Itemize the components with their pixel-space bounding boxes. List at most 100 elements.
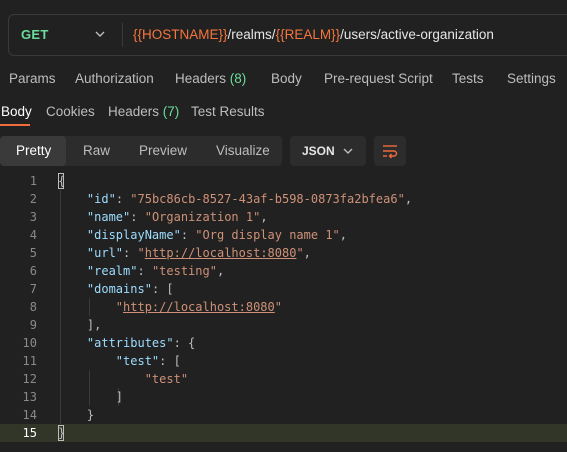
tab-params[interactable]: Params bbox=[9, 71, 56, 86]
json-value: "test" bbox=[144, 372, 189, 386]
tab-body[interactable]: Body bbox=[271, 71, 302, 86]
json-punctuation: , bbox=[303, 246, 311, 260]
json-punctuation bbox=[58, 372, 145, 386]
json-value: " bbox=[296, 246, 304, 260]
response-tab-test-results[interactable]: Test Results bbox=[191, 104, 265, 119]
json-value: "Organization 1" bbox=[144, 210, 261, 224]
code-line: 15} bbox=[0, 424, 567, 442]
json-value: "testing" bbox=[151, 264, 217, 278]
code-line: 12 "test" bbox=[0, 370, 567, 388]
wrap-lines-button[interactable] bbox=[374, 136, 406, 166]
line-number: 7 bbox=[29, 282, 37, 296]
line-number: 1 bbox=[29, 174, 37, 188]
line-number: 13 bbox=[22, 390, 37, 404]
code-text: "test": [ bbox=[58, 354, 181, 368]
json-punctuation bbox=[58, 336, 87, 350]
json-punctuation bbox=[58, 300, 116, 314]
response-view-toolbar: Pretty Raw Preview Visualize JSON bbox=[0, 136, 567, 168]
response-tab-headers-label: Headers bbox=[108, 104, 160, 119]
code-text: "displayName": "Org display name 1", bbox=[58, 228, 347, 242]
bracket-match-highlight bbox=[58, 173, 64, 189]
line-number: 3 bbox=[29, 210, 37, 224]
json-key: "domains" bbox=[86, 282, 152, 296]
code-text: "test" bbox=[58, 372, 188, 386]
tab-authorization[interactable]: Authorization bbox=[75, 71, 154, 86]
code-text: "http://localhost:8080" bbox=[58, 300, 282, 314]
json-value: " bbox=[115, 300, 124, 314]
code-line: 11 "test": [ bbox=[0, 352, 567, 370]
url-variable: {{HOSTNAME}} bbox=[133, 27, 228, 42]
code-line: 2 "id": "75bc86cb-8527-43af-b598-0873fa2… bbox=[0, 190, 567, 208]
tab-settings[interactable]: Settings bbox=[507, 71, 556, 86]
line-number: 11 bbox=[22, 354, 37, 368]
format-dropdown[interactable]: JSON bbox=[290, 136, 366, 166]
json-punctuation: , bbox=[339, 228, 348, 242]
response-tab-headers[interactable]: Headers (7) bbox=[108, 104, 179, 119]
code-text: "domains": [ bbox=[58, 282, 174, 296]
json-punctuation: } bbox=[58, 408, 95, 422]
code-line: 13 ] bbox=[0, 388, 567, 406]
url-path: /realms/ bbox=[227, 27, 276, 42]
code-line: 7 "domains": [ bbox=[0, 280, 567, 298]
json-value: "Org display name 1" bbox=[195, 228, 340, 242]
code-text: "url": "http://localhost:8080", bbox=[58, 246, 311, 260]
json-key: "attributes" bbox=[86, 336, 174, 350]
response-tab-cookies[interactable]: Cookies bbox=[46, 104, 95, 119]
response-tabs: Body Cookies Headers (7) Test Results bbox=[0, 98, 567, 128]
active-tab-indicator bbox=[0, 124, 30, 126]
code-line: 9 ], bbox=[0, 316, 567, 334]
code-text: "name": "Organization 1", bbox=[58, 210, 268, 224]
json-punctuation: , bbox=[216, 264, 225, 278]
json-punctuation bbox=[58, 210, 87, 224]
code-line: 3 "name": "Organization 1", bbox=[0, 208, 567, 226]
code-text: ], bbox=[58, 318, 101, 332]
code-line: 4 "displayName": "Org display name 1", bbox=[0, 226, 567, 244]
chevron-down-icon[interactable] bbox=[93, 26, 107, 42]
json-punctuation: , bbox=[260, 210, 268, 224]
line-number: 10 bbox=[22, 336, 37, 350]
json-punctuation: ] bbox=[58, 390, 124, 404]
code-text: "attributes": { bbox=[58, 336, 195, 350]
view-preview[interactable]: Preview bbox=[139, 143, 187, 158]
request-url-bar: GET {{HOSTNAME}}/realms/{{REALM}}/users/… bbox=[8, 14, 567, 56]
view-raw[interactable]: Raw bbox=[83, 143, 110, 158]
method-selector[interactable]: GET bbox=[21, 27, 49, 42]
json-punctuation: , bbox=[404, 192, 413, 206]
line-number: 4 bbox=[29, 228, 37, 242]
view-mode-selector: Pretty Raw Preview Visualize bbox=[0, 136, 282, 166]
divider bbox=[122, 23, 123, 47]
json-value[interactable]: http://localhost:8080 bbox=[145, 246, 297, 260]
json-punctuation bbox=[58, 228, 87, 242]
json-punctuation: ], bbox=[58, 318, 102, 332]
json-key: "id" bbox=[86, 192, 116, 206]
json-punctuation bbox=[58, 264, 87, 278]
response-headers-count: (7) bbox=[162, 104, 180, 119]
url-path: /users/active-organization bbox=[340, 27, 494, 42]
bracket-match-highlight bbox=[58, 425, 64, 441]
request-tabs: Params Authorization Headers (8) Body Pr… bbox=[0, 66, 567, 92]
url-input[interactable]: {{HOSTNAME}}/realms/{{REALM}}/users/acti… bbox=[133, 27, 494, 42]
tab-pre-request-script[interactable]: Pre-request Script bbox=[324, 71, 433, 86]
response-body-editor[interactable]: 1{2 "id": "75bc86cb-8527-43af-b598-0873f… bbox=[0, 172, 567, 452]
code-line: 5 "url": "http://localhost:8080", bbox=[0, 244, 567, 262]
json-value[interactable]: http://localhost:8080 bbox=[123, 300, 275, 314]
code-line: 1{ bbox=[0, 172, 567, 190]
view-visualize[interactable]: Visualize bbox=[216, 143, 270, 158]
json-value: " bbox=[274, 300, 282, 314]
code-line: 8 "http://localhost:8080" bbox=[0, 298, 567, 316]
code-line: 10 "attributes": { bbox=[0, 334, 567, 352]
json-punctuation: : { bbox=[173, 336, 196, 350]
line-number: 5 bbox=[29, 246, 37, 260]
line-number: 15 bbox=[22, 426, 37, 440]
code-line: 6 "realm": "testing", bbox=[0, 262, 567, 280]
line-number: 6 bbox=[29, 264, 37, 278]
json-punctuation: : bbox=[130, 210, 145, 224]
code-text: "id": "75bc86cb-8527-43af-b598-0873fa2bf… bbox=[58, 192, 412, 206]
tab-tests[interactable]: Tests bbox=[452, 71, 484, 86]
tab-headers[interactable]: Headers (8) bbox=[175, 71, 246, 86]
response-tab-body[interactable]: Body bbox=[1, 104, 32, 119]
json-punctuation: : [ bbox=[151, 282, 174, 296]
view-pretty[interactable]: Pretty bbox=[16, 143, 51, 158]
json-punctuation bbox=[58, 192, 87, 206]
json-punctuation bbox=[58, 246, 87, 260]
